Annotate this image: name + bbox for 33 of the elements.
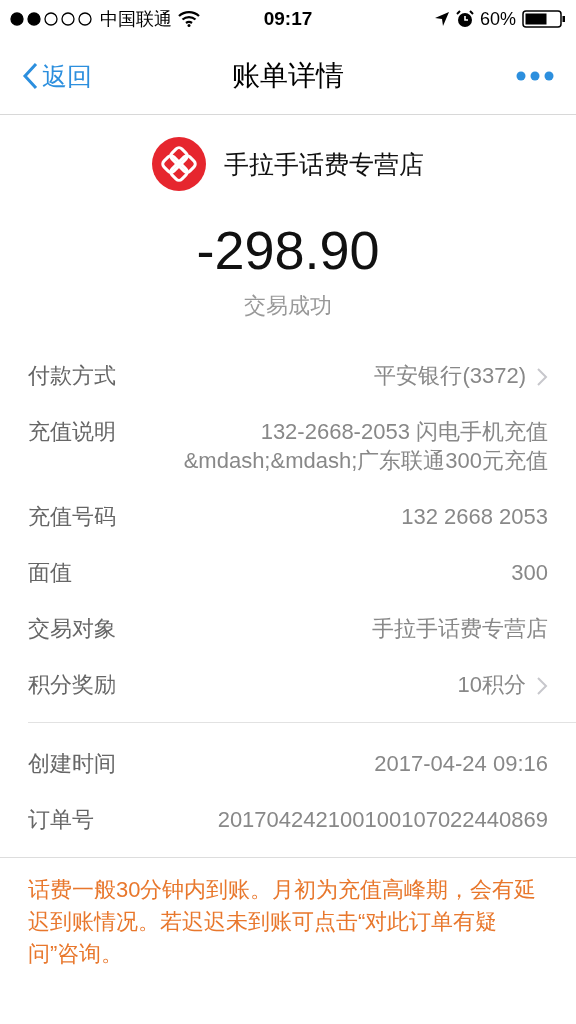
chevron-left-icon <box>22 62 38 90</box>
detail-value: 手拉手话费专营店 <box>372 615 548 643</box>
more-icon[interactable] <box>516 71 554 81</box>
detail-value: 10积分 <box>457 671 526 699</box>
merchant-name: 手拉手话费专营店 <box>224 148 424 180</box>
detail-value: 201704242100100107022440869 <box>217 806 548 834</box>
detail-value: 132-2668-2053 闪电手机充值&mdash;&mdash;广东联通300元充值 <box>182 418 548 475</box>
detail-label: 面值 <box>28 559 72 587</box>
detail-value: 132 2668 2053 <box>401 503 548 531</box>
detail-label: 付款方式 <box>28 362 116 390</box>
detail-label: 充值号码 <box>28 503 116 531</box>
location-arrow-icon <box>433 11 450 27</box>
back-button[interactable]: 返回 <box>22 59 92 93</box>
detail-value: 平安银行(3372) <box>374 362 526 390</box>
notice-text: 话费一般30分钟内到账。月初为充值高峰期，会有延迟到账情况。若迟迟未到账可点击“对此订单有疑问”咨询。 <box>0 857 576 986</box>
signal-icon <box>10 12 94 26</box>
transaction-status: 交易成功 <box>243 292 333 320</box>
merchant-logo <box>152 137 206 191</box>
alarm-clock-icon <box>455 10 474 28</box>
detail-value: 2017-04-24 09:16 <box>374 750 548 778</box>
carrier-name: 中国联通 <box>100 8 172 31</box>
detail-label: 订单号 <box>28 806 94 834</box>
detail-label: 创建时间 <box>28 750 116 778</box>
detail-label: 积分奖励 <box>28 671 116 699</box>
status-time: 09:17 <box>263 8 313 30</box>
page-title: 账单详情 <box>232 59 344 93</box>
detail-label: 充值说明 <box>28 418 116 446</box>
wifi-icon <box>178 11 200 27</box>
battery-percent: 60% <box>479 8 516 30</box>
detail-value: 300 <box>511 559 548 587</box>
battery-icon <box>522 10 566 28</box>
detail-label: 交易对象 <box>28 615 116 643</box>
amount: -298.90 <box>195 219 381 281</box>
